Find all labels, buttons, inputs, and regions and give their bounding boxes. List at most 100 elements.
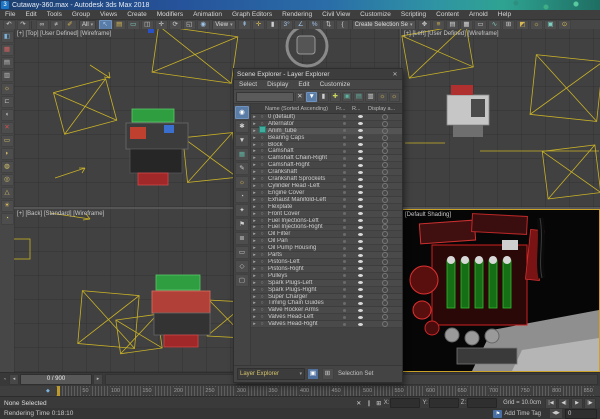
hide-toggle eye-icon[interactable]: [352, 288, 368, 292]
expand-caret-icon[interactable]: ▸: [251, 128, 258, 134]
hide-toggle eye-icon[interactable]: [352, 177, 368, 181]
display-toggle[interactable]: [368, 321, 402, 328]
audio-tool-icon[interactable]: ◖: [0, 108, 14, 121]
column-frozen[interactable]: Fr...: [336, 106, 352, 112]
named-selection-sets-dropdown[interactable]: Create Selection Se ▾: [351, 19, 416, 30]
hide-toggle eye-icon[interactable]: [352, 149, 368, 153]
display-all-icon[interactable]: ◉: [235, 105, 249, 119]
absolute-offset-mode-icon[interactable]: ⊞: [374, 400, 384, 407]
add-to-active-layer-icon[interactable]: ▤: [353, 91, 365, 102]
curve-editor-icon[interactable]: ∿: [488, 19, 501, 30]
display-bones-icon[interactable]: ▢: [235, 273, 249, 287]
display-toggle[interactable]: [368, 141, 402, 148]
delete-tool-icon[interactable]: ✕: [0, 121, 14, 134]
layer-row[interactable]: ▸ ○ Pistons-Right: [251, 265, 402, 273]
layer-name[interactable]: Pistons-Right: [266, 266, 336, 272]
layer-name[interactable]: Front Cover: [266, 211, 336, 217]
menu-create[interactable]: Create: [122, 11, 152, 18]
frozen-toggle[interactable]: [336, 205, 352, 209]
toggle-ribbon-icon[interactable]: ▭: [474, 19, 487, 30]
layer-name[interactable]: Camshaft-Right: [266, 162, 336, 168]
layer-name[interactable]: Oil Pump Housing: [266, 245, 336, 251]
filter-icon[interactable]: ▼: [306, 91, 318, 102]
display-materials-icon[interactable]: ◇: [235, 259, 249, 273]
layer-row[interactable]: ▸ ○ Timing Chain Guides: [251, 300, 402, 308]
render-production-icon[interactable]: ⊙: [558, 19, 571, 30]
column-display[interactable]: Display a...: [368, 106, 402, 112]
layout-window-icon[interactable]: ▤: [0, 56, 14, 69]
primitive-dome-icon[interactable]: ◔: [0, 212, 14, 225]
expand-caret-icon[interactable]: ▸: [251, 135, 258, 141]
frozen-toggle[interactable]: [336, 156, 352, 160]
layer-name[interactable]: Super Charger: [266, 294, 336, 300]
frozen-toggle[interactable]: [336, 288, 352, 292]
display-toggle[interactable]: [368, 258, 402, 265]
display-toggle[interactable]: [368, 155, 402, 162]
hide-toggle eye-icon[interactable]: [352, 225, 368, 229]
display-toggle[interactable]: [368, 113, 402, 120]
viewport-back-label[interactable]: [+] [Back] [Standard] [Wireframe]: [17, 211, 104, 217]
layer-row[interactable]: ▸ ○ Pistons-Left: [251, 258, 402, 266]
display-toggle[interactable]: [368, 293, 402, 300]
expand-caret-icon[interactable]: ▸: [251, 114, 258, 120]
display-toggle[interactable]: [368, 245, 402, 252]
expand-caret-icon[interactable]: ▸: [251, 169, 258, 175]
layer-name[interactable]: Oil Filter: [266, 231, 336, 237]
display-geometry-icon[interactable]: ▦: [235, 147, 249, 161]
hide-toggle eye-icon[interactable]: [352, 191, 368, 195]
spinner-snap-icon[interactable]: ⇅: [322, 19, 336, 30]
frozen-toggle[interactable]: [336, 315, 352, 319]
hide-toggle eye-icon[interactable]: [352, 253, 368, 257]
display-toggle[interactable]: [368, 148, 402, 155]
expand-caret-icon[interactable]: ▸: [251, 231, 258, 237]
explorer-menu-display[interactable]: Display: [262, 81, 293, 88]
layer-name[interactable]: Flexplate: [266, 204, 336, 210]
expand-caret-icon[interactable]: ▸: [251, 321, 258, 327]
display-xrefs-icon[interactable]: ▭: [235, 245, 249, 259]
create-new-layer-icon[interactable]: ✚: [329, 91, 341, 102]
viewport-left-label[interactable]: [+] [Left] [User Defined] [Wireframe]: [404, 31, 499, 37]
layer-row[interactable]: ▸ ○ Front Cover: [251, 210, 402, 218]
frozen-toggle[interactable]: [336, 191, 352, 195]
hide-toggle eye-icon[interactable]: [352, 122, 368, 126]
display-toggle[interactable]: [368, 265, 402, 272]
display-toggle[interactable]: [368, 210, 402, 217]
rendered-frame-window-icon[interactable]: ▣: [544, 19, 557, 30]
toggle-layer-explorer-icon[interactable]: ▦: [460, 19, 473, 30]
expand-caret-icon[interactable]: ▸: [251, 266, 258, 272]
expand-caret-icon[interactable]: ▸: [251, 314, 258, 320]
snaps-toggle-icon[interactable]: 3°: [280, 19, 294, 30]
scene-explorer-titlebar[interactable]: Scene Explorer - Layer Explorer ✕: [234, 69, 402, 80]
layer-name[interactable]: Crankshaft Sprockets: [266, 176, 336, 182]
menu-rendering[interactable]: Rendering: [277, 11, 317, 18]
display-toggle[interactable]: [368, 134, 402, 141]
select-and-place-icon[interactable]: ◉: [196, 19, 210, 30]
hide-toggle eye-icon[interactable]: [352, 170, 368, 174]
hide-toggle eye-icon[interactable]: [352, 315, 368, 319]
layer-name[interactable]: Spark Plugs-Right: [266, 287, 336, 293]
expand-caret-icon[interactable]: ▸: [251, 162, 258, 168]
layer-name[interactable]: Alternator: [266, 121, 336, 127]
schematic-view-icon[interactable]: ⊞: [502, 19, 515, 30]
frozen-toggle[interactable]: [336, 322, 352, 326]
lock-cell-editing-icon[interactable]: ▮: [318, 91, 329, 102]
render-preview-icon[interactable]: ▦: [0, 43, 14, 56]
layer-row[interactable]: ▸ ○ Crankshaft: [251, 169, 402, 177]
layer-row[interactable]: ▸ ○ Super Charger: [251, 293, 402, 301]
layer-name[interactable]: Block: [266, 142, 336, 148]
hide-toggle eye-icon[interactable]: [352, 163, 368, 167]
frozen-toggle[interactable]: [336, 136, 352, 140]
menu-edit[interactable]: Edit: [20, 11, 41, 18]
layer-row[interactable]: ▸ ○ 0 (default): [251, 113, 402, 121]
bind-to-space-warp-icon[interactable]: ✐: [63, 19, 77, 30]
selection-region-icon[interactable]: ▭: [126, 19, 140, 30]
display-groups-icon[interactable]: ≣: [235, 231, 249, 245]
hide-toggle eye-icon[interactable]: [352, 115, 368, 119]
frozen-toggle[interactable]: [336, 260, 352, 264]
menu-modifiers[interactable]: Modifiers: [152, 11, 188, 18]
menu-scripting[interactable]: Scripting: [396, 11, 431, 18]
layer-row[interactable]: ▸ ○ Spark Plugs-Left: [251, 279, 402, 287]
time-tag-icon[interactable]: ⚑: [493, 409, 503, 418]
expand-caret-icon[interactable]: ▸: [251, 245, 258, 251]
expand-caret-icon[interactable]: ▸: [251, 273, 258, 279]
